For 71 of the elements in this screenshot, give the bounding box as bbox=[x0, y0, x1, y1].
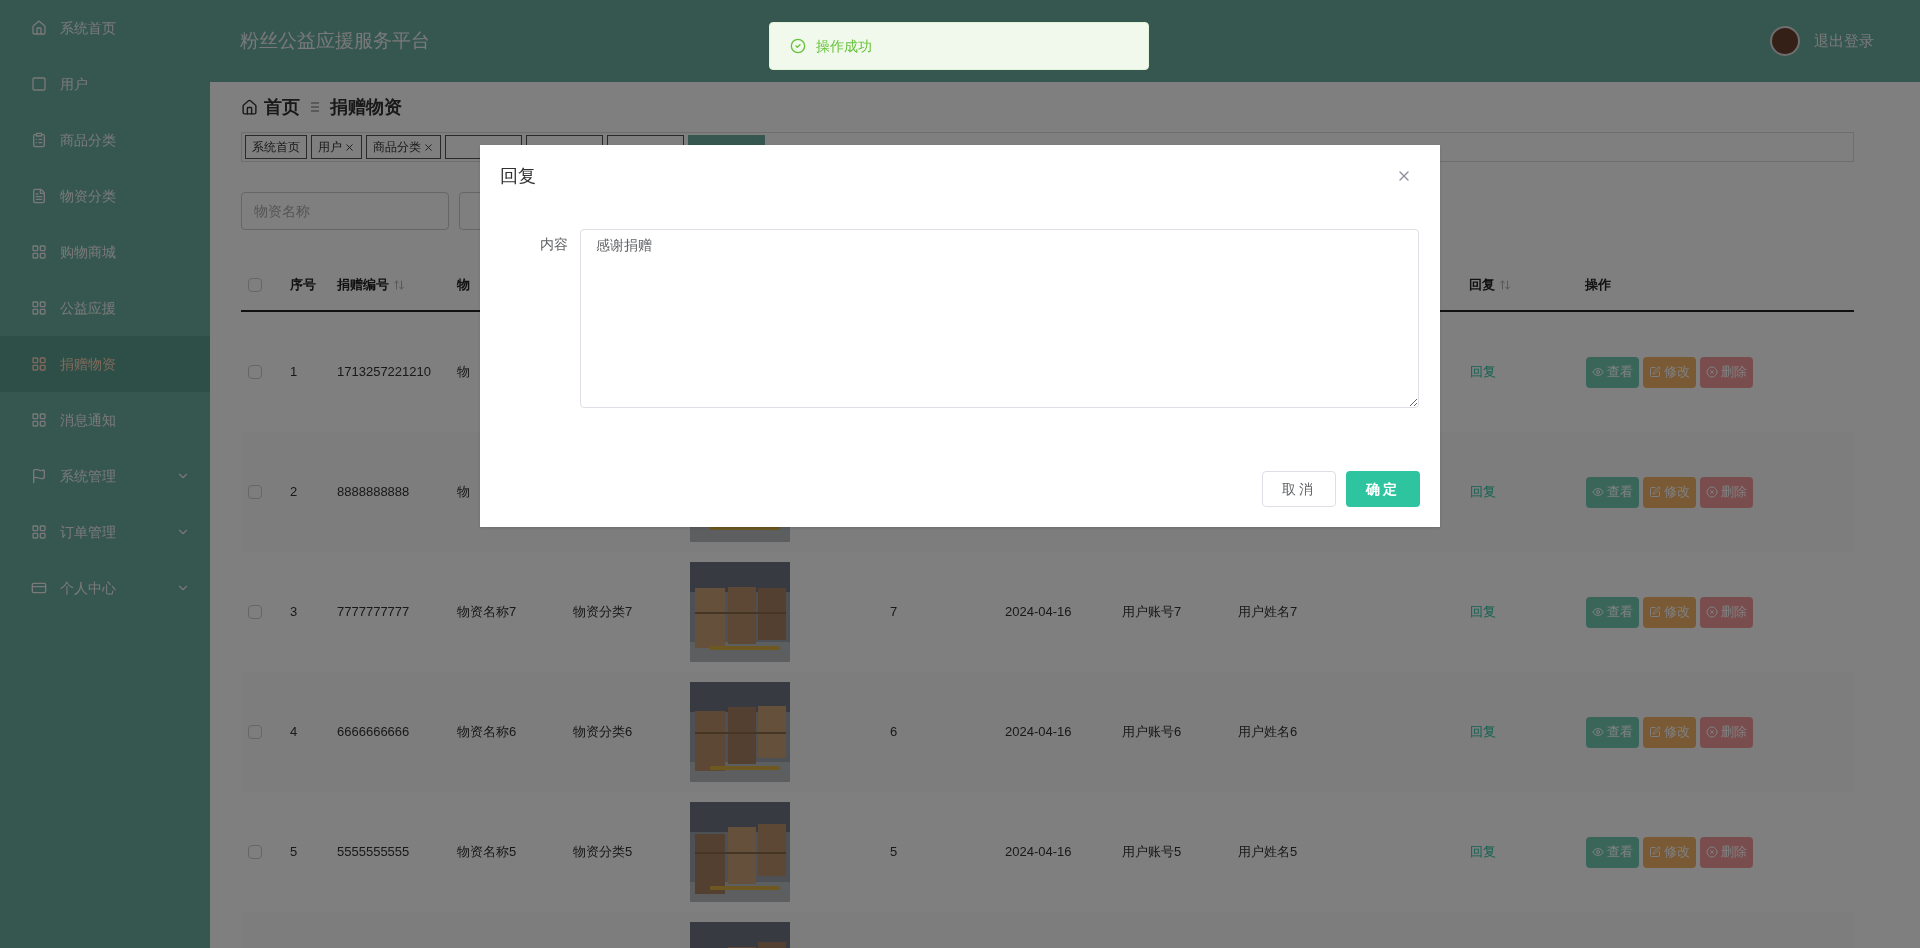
reply-link[interactable]: 回复 bbox=[1470, 844, 1496, 860]
success-toast: 操作成功 bbox=[769, 22, 1149, 70]
reply-link[interactable]: 回复 bbox=[1470, 604, 1496, 620]
sidebar-item[interactable]: 购物商城 bbox=[0, 224, 210, 280]
cancel-button[interactable]: 取消 bbox=[1262, 471, 1336, 507]
column-header: 序号 bbox=[290, 276, 316, 295]
table-cell: 4 bbox=[290, 724, 298, 740]
table-cell: 物资名称6 bbox=[457, 724, 517, 740]
table-cell: 用户姓名5 bbox=[1238, 844, 1298, 860]
table-cell: 用户账号7 bbox=[1122, 604, 1182, 620]
content-field[interactable]: 感谢捐赠 bbox=[580, 229, 1419, 408]
action-button[interactable]: 修改 bbox=[1643, 476, 1696, 508]
table-cell: 6666666666 bbox=[337, 724, 410, 740]
table-cell: 2024-04-16 bbox=[1005, 604, 1072, 620]
table-cell: 物资名称5 bbox=[457, 844, 517, 860]
table-cell: 1 bbox=[290, 364, 298, 380]
table-cell: 物资分类6 bbox=[573, 724, 633, 740]
action-button[interactable]: 查看 bbox=[1586, 476, 1639, 508]
column-header: 回复 bbox=[1469, 276, 1495, 295]
table-cell: 用户姓名6 bbox=[1238, 724, 1298, 740]
table-cell: 5 bbox=[290, 844, 298, 860]
action-button[interactable]: 修改 bbox=[1643, 596, 1696, 628]
table-cell: 物资分类5 bbox=[573, 844, 633, 860]
table-cell: 用户账号6 bbox=[1122, 724, 1182, 740]
breadcrumb-link[interactable]: 首页 bbox=[264, 93, 300, 121]
breadcrumb-current: 捐赠物资 bbox=[330, 95, 402, 119]
tag[interactable]: 用户 bbox=[311, 135, 362, 159]
table-cell: 8888888888 bbox=[337, 484, 410, 500]
app-title: 粉丝公益应援服务平台 bbox=[240, 28, 430, 53]
reply-link[interactable]: 回复 bbox=[1470, 484, 1496, 500]
reply-link[interactable]: 回复 bbox=[1470, 724, 1496, 740]
sidebar-item[interactable]: 用户 bbox=[0, 56, 210, 112]
action-button[interactable]: 修改 bbox=[1643, 836, 1696, 868]
tag[interactable]: 商品分类 bbox=[366, 135, 441, 159]
field-label: 内容 bbox=[539, 235, 569, 254]
action-button[interactable]: 查看 bbox=[1586, 356, 1639, 388]
column-header: 操作 bbox=[1585, 276, 1611, 295]
confirm-button[interactable]: 确定 bbox=[1346, 471, 1420, 507]
table-cell: 物 bbox=[457, 364, 470, 380]
table-cell: 物资名称7 bbox=[457, 604, 517, 620]
reply-link[interactable]: 回复 bbox=[1470, 364, 1496, 380]
action-button[interactable]: 查看 bbox=[1586, 596, 1639, 628]
action-button[interactable]: 查看 bbox=[1586, 836, 1639, 868]
table-cell: 3 bbox=[290, 604, 298, 620]
table-cell: 5 bbox=[890, 844, 898, 860]
action-button[interactable]: 修改 bbox=[1643, 356, 1696, 388]
dialog-title: 回复 bbox=[500, 164, 536, 188]
table-cell: 物 bbox=[457, 484, 470, 500]
table-cell: 2 bbox=[290, 484, 298, 500]
table-cell: 7777777777 bbox=[337, 604, 410, 620]
logout-link[interactable]: 退出登录 bbox=[1814, 29, 1874, 53]
column-header: 物 bbox=[457, 276, 470, 295]
table-cell: 用户姓名7 bbox=[1238, 604, 1298, 620]
sidebar-item[interactable]: 捐赠物资 bbox=[0, 336, 210, 392]
sidebar-item[interactable]: 个人中心 bbox=[0, 560, 210, 616]
table-cell: 2024-04-16 bbox=[1005, 844, 1072, 860]
table-cell: 5555555555 bbox=[337, 844, 410, 860]
table-cell: 6 bbox=[890, 724, 898, 740]
sidebar-item[interactable]: 物资分类 bbox=[0, 168, 210, 224]
tag[interactable]: 系统首页 bbox=[245, 135, 307, 159]
sidebar-item[interactable]: 系统首页 bbox=[0, 0, 210, 56]
sidebar-item[interactable]: 消息通知 bbox=[0, 392, 210, 448]
table-cell: 用户账号5 bbox=[1122, 844, 1182, 860]
action-button[interactable]: 查看 bbox=[1586, 716, 1639, 748]
sidebar-item[interactable]: 商品分类 bbox=[0, 112, 210, 168]
table-cell: 7 bbox=[890, 604, 898, 620]
table-cell: 物资分类7 bbox=[573, 604, 633, 620]
column-header: 捐赠编号 bbox=[337, 276, 389, 295]
table-cell: 1713257221210 bbox=[337, 364, 431, 380]
table-cell: 2024-04-16 bbox=[1005, 724, 1072, 740]
action-button[interactable]: 修改 bbox=[1643, 716, 1696, 748]
